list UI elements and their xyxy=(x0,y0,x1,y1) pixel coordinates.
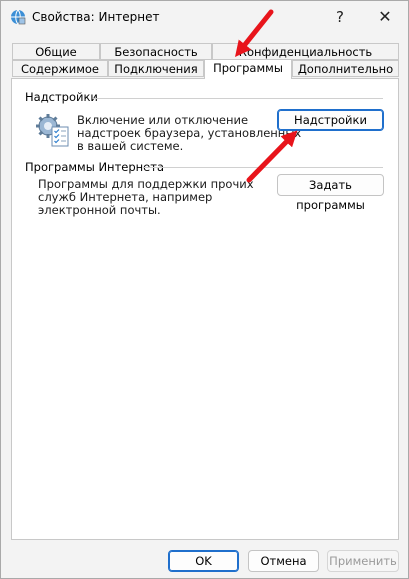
internet-programs-group-divider xyxy=(144,167,383,168)
tab-connections[interactable]: Подключения xyxy=(108,60,204,77)
window-title: Свойства: Интернет xyxy=(32,10,160,24)
addons-description-line-3: в вашей системе. xyxy=(77,139,184,153)
tab-general[interactable]: Общие xyxy=(12,43,100,60)
close-button[interactable]: ✕ xyxy=(362,1,408,33)
ok-button[interactable]: OK xyxy=(168,550,239,572)
tab-advanced[interactable]: Дополнительно xyxy=(292,60,399,77)
addons-group-label: Надстройки xyxy=(25,90,98,104)
addons-group-divider xyxy=(93,98,383,99)
close-icon: ✕ xyxy=(378,7,392,26)
tab-programs[interactable]: Программы xyxy=(204,59,292,79)
internet-programs-description-line-3: электронной почты. xyxy=(38,203,161,217)
internet-options-icon xyxy=(11,9,26,25)
tab-content[interactable]: Содержимое xyxy=(12,60,108,77)
manage-addons-button[interactable]: Надстройки xyxy=(277,109,384,131)
tab-privacy[interactable]: Конфиденциальность xyxy=(212,43,399,60)
set-programs-button[interactable]: Задать программы xyxy=(277,174,384,212)
cancel-button[interactable]: Отмена xyxy=(248,550,319,572)
addons-gear-checklist-icon xyxy=(36,114,69,147)
help-icon: ? xyxy=(336,8,344,26)
internet-properties-window: Свойства: Интернет ? ✕ Общие Безопасност… xyxy=(0,0,409,579)
apply-button[interactable]: Применить xyxy=(327,550,399,572)
tab-security[interactable]: Безопасность xyxy=(100,43,212,60)
title-bar: Свойства: Интернет ? ✕ xyxy=(1,1,408,33)
help-button[interactable]: ? xyxy=(317,1,363,33)
